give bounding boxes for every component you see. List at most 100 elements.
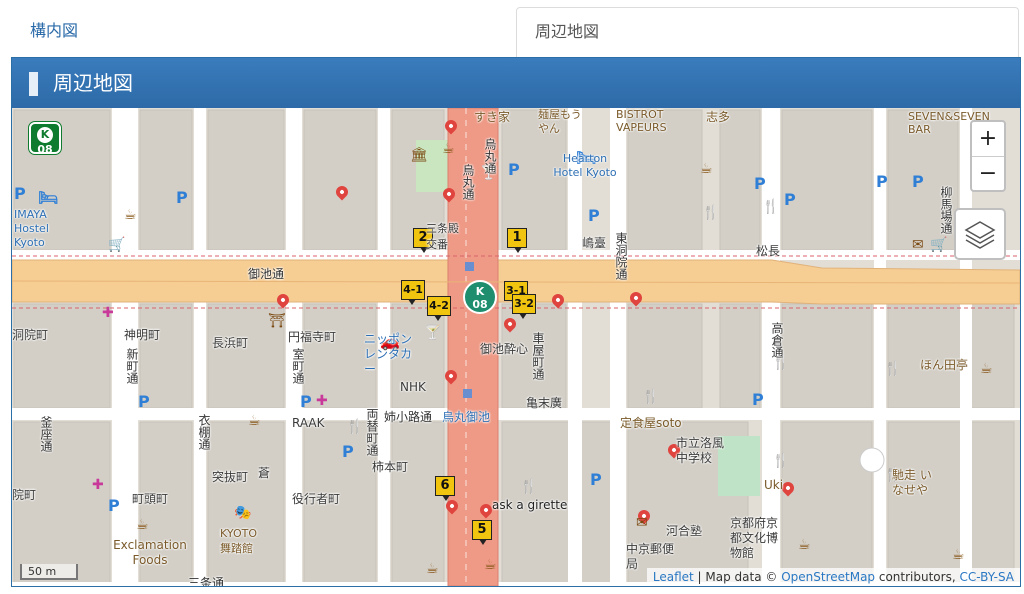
scale-bar: 50 m <box>20 564 78 580</box>
tab-bar: 構内図 周辺地図 <box>0 0 1024 57</box>
place-label-yakusha: 役行者町 <box>292 492 341 506</box>
place-label-nagahama: 長浜町 <box>212 336 249 350</box>
cafe-icon: ☕ <box>484 557 497 573</box>
exit-marker-6[interactable]: 6 <box>435 476 455 501</box>
place-label-honda: ほん田亭 <box>920 358 969 372</box>
restaurant-icon: 🍴 <box>884 361 902 377</box>
restaurant-icon: 🍴 <box>772 453 790 469</box>
restaurant-icon: 🍴 <box>642 389 660 405</box>
leaflet-link[interactable]: Leaflet <box>653 570 694 584</box>
cafe-icon: ☕ <box>136 517 149 533</box>
temple-icon: ⛩ <box>268 313 286 329</box>
place-label-bistrot: BISTROT VAPEURS <box>616 108 667 134</box>
cafe-icon: ☕ <box>442 141 455 157</box>
zoom-in-button[interactable]: + <box>972 122 1004 157</box>
place-label-menya: 麺屋もう やん <box>538 108 582 135</box>
panel-header: 周辺地図 <box>12 58 1020 108</box>
station-badge-k08[interactable]: K 08 <box>29 122 61 156</box>
station-letter: K <box>475 285 485 298</box>
shop-icon: 🛒 <box>930 237 948 253</box>
hospital-icon: ✚ <box>102 305 114 321</box>
road-label-shinmachi: 新町通 <box>125 348 139 384</box>
place-label-shimadai: 嶋臺 <box>582 236 607 250</box>
tab-area-map[interactable]: 周辺地図 <box>516 7 1019 57</box>
restaurant-icon: 🍴 <box>772 355 790 371</box>
restaurant-icon: 🍴 <box>346 419 364 435</box>
exit-marker-5[interactable]: 5 <box>472 520 492 545</box>
place-label-bunka: 京都府京 都文化博 物館 <box>730 516 779 560</box>
exit-marker-4-1[interactable]: 4-1 <box>401 280 425 305</box>
road-label-muromachi: 室町通 <box>291 348 305 384</box>
parking-icon: P <box>912 172 924 191</box>
exit-marker-1[interactable]: 1 <box>507 228 527 253</box>
road-label-kurumaya: 車屋町通 <box>531 332 545 380</box>
road-label-sanjo: 三条通 <box>188 576 225 586</box>
cafe-icon: ☕ <box>798 537 811 553</box>
road-label-higashinotoin: 東洞院通 <box>614 232 628 280</box>
layers-button[interactable] <box>954 208 1006 260</box>
exit-marker-3-2[interactable]: 3-2 <box>512 294 536 319</box>
cafe-icon: ☕ <box>248 413 261 429</box>
map-view[interactable]: K 08 K 08 1 2 3-1 3-2 4-1 4-2 5 6 P P P <box>12 108 1020 586</box>
cafe-icon: ☕ <box>426 561 439 577</box>
parking-icon: P <box>138 392 150 411</box>
road-label-yanagi: 柳馬場通 <box>939 186 953 234</box>
place-label-nhk: NHK <box>400 380 426 394</box>
parking-icon: P <box>588 206 600 225</box>
hospital-icon: ✚ <box>92 477 104 493</box>
place-label-koban: 三条殿交番 <box>426 222 459 251</box>
map-attribution: Leaflet | Map data © OpenStreetMap contr… <box>646 568 1020 586</box>
place-label-matsunaga: 松長 <box>756 244 781 258</box>
cafe-icon: ☕ <box>124 207 137 223</box>
place-label-raak: RAAK <box>292 416 325 430</box>
place-label-ask: ask a girette <box>492 498 568 512</box>
place-label-oike-suishin: 御池酔心 <box>480 342 529 356</box>
osm-link[interactable]: OpenStreetMap <box>781 570 875 584</box>
tab-station-map[interactable]: 構内図 <box>12 8 502 54</box>
place-label-kakimoto: 柿本町 <box>372 460 409 474</box>
place-label-butokan: KYOTO 舞踏館 <box>220 527 257 555</box>
panel-title: 周辺地図 <box>53 71 133 95</box>
road-label-takakura: 高倉通 <box>770 322 784 358</box>
cafe-icon: ☕ <box>952 547 965 563</box>
parking-icon: P <box>176 188 188 207</box>
place-label-toinmachi: 洞院町 <box>12 328 49 342</box>
place-label-enpukuji: 円福寺町 <box>288 330 337 344</box>
place-label-aoi: 蒼 <box>258 466 271 480</box>
road-label-karasuma: 烏丸通 <box>483 138 497 174</box>
zoom-out-button[interactable]: − <box>972 157 1004 191</box>
museum-icon: 🏛 <box>410 147 428 163</box>
place-label-shita: 志多 <box>706 110 731 124</box>
restaurant-icon: 🍴 <box>702 205 720 221</box>
place-label-nasaya: 馳走 い なせや <box>892 468 932 497</box>
station-letter: K <box>37 127 53 143</box>
license-link[interactable]: CC-BY-SA <box>959 570 1014 584</box>
hotel-icon: 🛏 <box>38 188 59 207</box>
station-marker-karasuma-oike[interactable]: K 08 <box>463 280 497 314</box>
place-label-karasuma-oike: 烏丸御池 <box>442 410 491 424</box>
parking-icon: P <box>14 184 26 203</box>
parking-icon: P <box>508 160 520 179</box>
post-office-icon: ✉ <box>636 515 648 531</box>
parking-icon: P <box>876 172 888 191</box>
place-label-chogashira: 町頭町 <box>132 492 169 506</box>
layers-icon <box>964 221 996 249</box>
parking-icon: P <box>108 496 120 515</box>
road-label-kamanza: 釜座通 <box>39 416 53 452</box>
parking-icon: P <box>752 390 764 409</box>
exit-marker-4-2[interactable]: 4-2 <box>427 296 451 321</box>
restaurant-icon: 🍴 <box>762 199 780 215</box>
restaurant-icon: 🍴 <box>520 479 538 495</box>
theatre-icon: 🎭 <box>234 505 252 521</box>
road-label-ryogae: 両替町通 <box>365 408 379 456</box>
header-accent-bar <box>29 72 38 96</box>
bar-icon: 🍸 <box>424 325 442 341</box>
place-label-rakufu: 市立洛風 中学校 <box>676 436 725 465</box>
road-label-oike: 御池通 <box>248 267 285 281</box>
station-number: 08 <box>472 298 488 311</box>
zoom-control: + − <box>970 120 1006 192</box>
shop-icon: 🛒 <box>108 237 126 253</box>
place-label-uki: Uki <box>764 478 784 492</box>
road-label-karasuma: 烏丸通 <box>461 164 475 200</box>
place-label-totsunuke: 突抜町 <box>212 470 249 484</box>
